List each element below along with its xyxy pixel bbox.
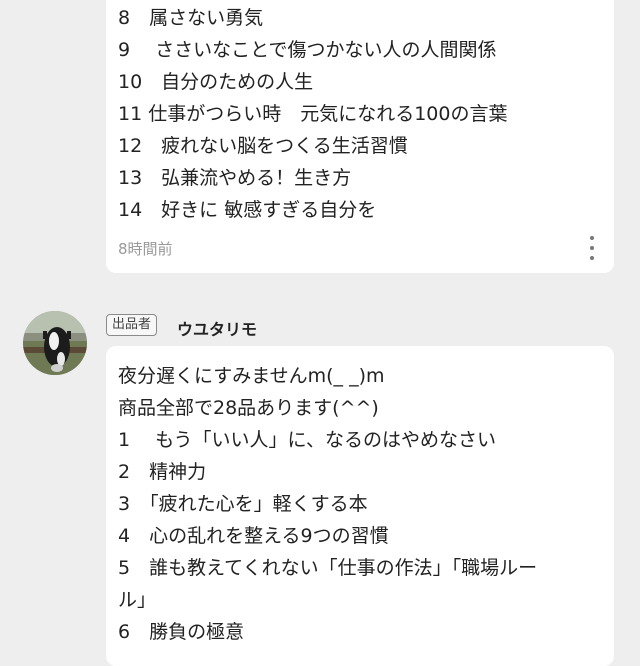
comment-line: ル」 — [118, 589, 157, 611]
comment-line: 14 好きに 敏感すぎる自分を — [118, 199, 377, 221]
comment-line: 6 勝負の極意 — [118, 621, 245, 643]
more-vertical-icon[interactable] — [588, 236, 596, 260]
avatar[interactable] — [23, 311, 87, 375]
seller-comment-bubble: 夜分遅くにすみませんm(_ _)m 商品全部で28品あります(^^) 1 もう「… — [106, 346, 614, 666]
comment-line: 商品全部で28品あります(^^) — [118, 397, 379, 419]
cow-photo-avatar-icon — [23, 311, 87, 375]
comment-line: 夜分遅くにすみませんm(_ _)m — [118, 365, 385, 387]
seller-badge: 出品者 — [106, 314, 158, 336]
comment-line: 8 属さない勇気 — [118, 7, 264, 29]
comment-line: 12 疲れない脳をつくる生活習慣 — [118, 135, 408, 157]
comment-line: 11 仕事がつらい時 元気になれる100の言葉 — [118, 103, 508, 125]
previous-comment-bubble: 8 属さない勇気 9 ささいなことで傷つかない人の人間関係 10 自分のための人… — [106, 0, 614, 273]
comment-line: 4 心の乱れを整える9つの習慣 — [118, 525, 389, 547]
comment-line: 13 弘兼流やめる！生き方 — [118, 167, 352, 189]
comment-timestamp: 8時間前 — [118, 240, 173, 258]
comment-line: 9 ささいなことで傷つかない人の人間関係 — [118, 39, 497, 61]
comment-line: 5 誰も教えてくれない「仕事の作法」「職場ルー — [118, 557, 538, 579]
username[interactable]: ウユタリモ — [177, 316, 257, 340]
comment-line: 10 自分のための人生 — [118, 71, 314, 93]
comment-line: 1 もう「いい人」に、なるのはやめなさい — [118, 429, 496, 451]
comment-line: 3 「疲れた心を」軽くする本 — [118, 493, 368, 515]
comment-line: 2 精神力 — [118, 461, 207, 483]
